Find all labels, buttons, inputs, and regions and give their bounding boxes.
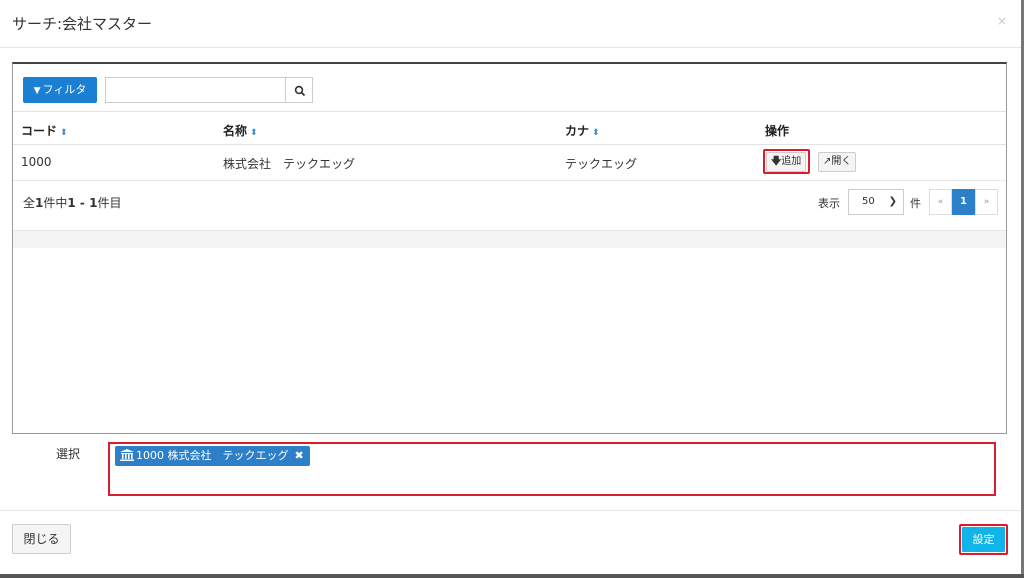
selection-box[interactable]: 1000 株式会社 テックエッグ ✖ [108,442,996,496]
summary-prefix: 全 [23,196,36,210]
bank-icon [120,449,134,461]
display-label: 表示 [818,197,840,210]
column-header-code[interactable]: コード ⬍ [21,122,68,139]
set-button-highlight: 設定 [959,524,1008,555]
filter-button[interactable]: ▼ フィルタ [23,77,97,103]
cell-kana: テックエッグ [565,157,638,171]
cell-code: 1000 [21,155,52,169]
pagination: 表示 50 ❯ 件 « 1 » [758,189,998,215]
selected-tag: 1000 株式会社 テックエッグ ✖ [115,446,310,466]
add-button-highlight [763,149,810,174]
cell-name: 株式会社 テックエッグ [223,157,356,171]
summary-suffix: 件目 [97,196,122,210]
set-button[interactable]: 設定 [962,527,1005,552]
selection-label: 選択 [56,447,81,461]
page-current[interactable]: 1 [952,189,975,215]
page-size-value: 50 [862,196,875,207]
chevron-down-icon: ❯ [888,196,897,207]
search-icon [294,85,306,97]
column-header-label: カナ [565,124,590,138]
selected-tag-label: 1000 株式会社 テックエッグ [136,449,289,462]
panel-divider [13,230,1006,248]
page-prev[interactable]: « [929,189,952,215]
dialog-title: サーチ:会社マスター [12,15,153,33]
open-button-label: 開く [831,156,852,167]
column-header-name[interactable]: 名称 ⬍ [223,122,258,139]
table-row: 1000 株式会社 テックエッグ テックエッグ 🡇追加 ↗開く [13,145,1006,181]
column-header-actions: 操作 [765,122,789,139]
sort-icon: ⬍ [250,128,258,138]
window-edge-bottom [0,574,1024,578]
record-summary: 全1件中1 - 1件目 [23,194,121,211]
summary-from: 1 [67,196,76,210]
column-header-label: コード [21,124,58,138]
times-icon[interactable]: ✖ [295,449,304,462]
close-button[interactable]: 閉じる [12,524,71,554]
close-icon[interactable]: × [997,14,1007,28]
search-input[interactable] [105,77,285,103]
page-size-select[interactable]: 50 ❯ [848,189,904,215]
modal-header: サーチ:会社マスター × [0,0,1024,48]
search-result-panel: ▼ フィルタ コード ⬍ 名称 ⬍ カナ ⬍ 操作 1000 株式会社 テックエッグ テ… [12,62,1007,434]
summary-mid: 件中 [43,196,68,210]
search-button[interactable] [285,77,313,103]
filter-icon: ▼ [33,86,41,96]
page-next[interactable]: » [975,189,998,215]
open-button[interactable]: ↗開く [818,152,857,172]
sort-icon: ⬍ [592,128,600,138]
table-header: コード ⬍ 名称 ⬍ カナ ⬍ 操作 [13,111,1006,145]
column-header-label: 名称 [223,124,248,138]
footer-divider [0,510,1024,511]
summary-dash: - [75,196,90,210]
sort-icon: ⬍ [60,128,68,138]
unit-label: 件 [910,197,921,210]
filter-button-label: フィルタ [42,83,87,96]
column-header-kana[interactable]: カナ ⬍ [565,122,600,139]
column-header-label: 操作 [765,124,790,138]
